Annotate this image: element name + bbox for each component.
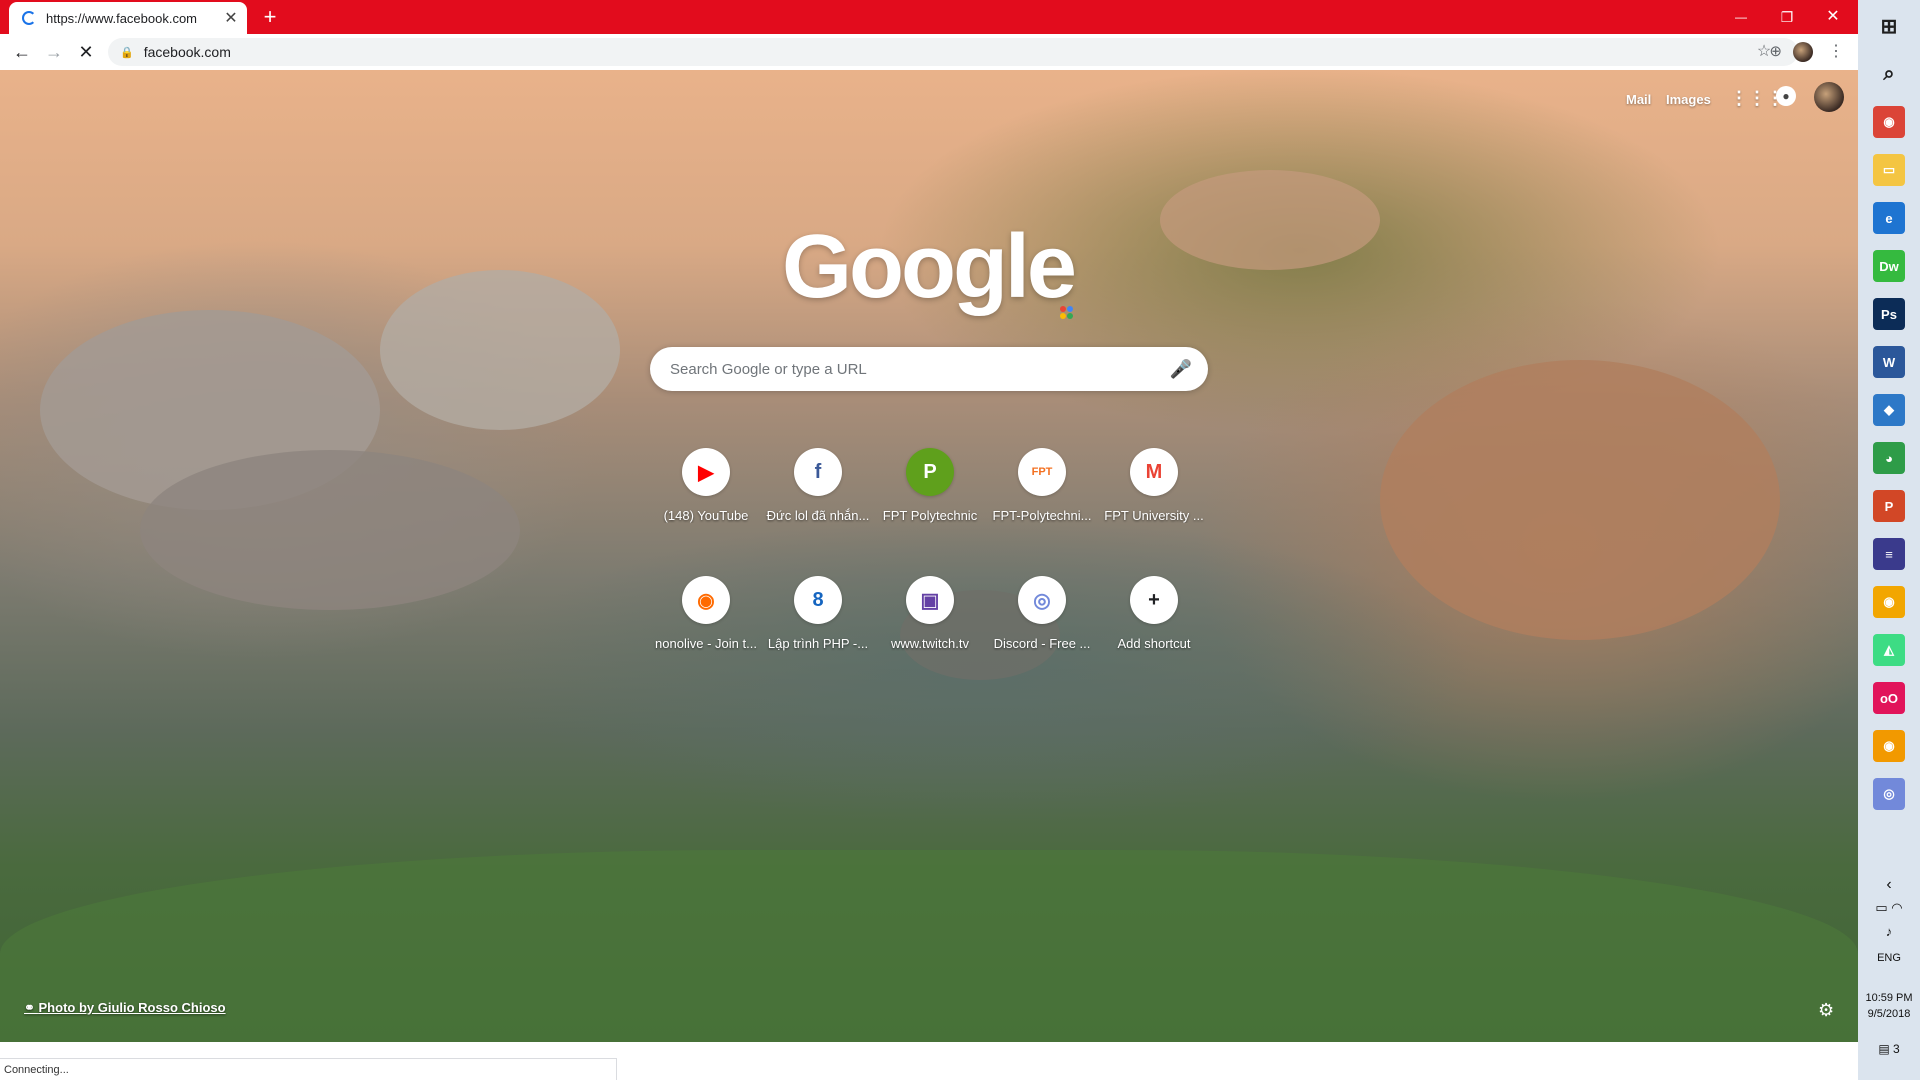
tray-expand-icon[interactable]: ‹ <box>1858 876 1920 894</box>
lock-icon[interactable]: 🔒 <box>120 46 134 59</box>
shortcut-tile[interactable]: ◎ Discord - Free ... <box>986 560 1098 672</box>
shortcut-favicon-icon: FPT <box>1018 448 1066 496</box>
stop-button[interactable]: ✕ <box>74 40 98 64</box>
notifications-bell-icon[interactable]: ● <box>1776 86 1796 106</box>
taskbar-dreamweaver-icon[interactable]: Dw <box>1873 250 1905 282</box>
mail-link[interactable]: Mail <box>1626 92 1651 107</box>
shortcut-label: www.twitch.tv <box>890 636 969 651</box>
search-input[interactable]: Search Google or type a URL <box>670 361 1166 378</box>
status-bubble: Connecting... <box>0 1058 617 1080</box>
search-box[interactable]: Search Google or type a URL 🎤 <box>650 347 1208 391</box>
clock-time[interactable]: 10:59 PM <box>1858 992 1920 1004</box>
taskbar-chrome-icon[interactable]: ◉ <box>1873 106 1905 138</box>
shortcut-label: FPT University ... <box>1104 508 1204 523</box>
taskbar-discord-icon[interactable]: ◎ <box>1873 778 1905 810</box>
shortcut-label: Add shortcut <box>1117 636 1191 651</box>
volume-icon[interactable]: ♪ <box>1858 924 1920 939</box>
browser-toolbar: ← → ✕ 🔒 facebook.com ⊕ ☆ ⋮ <box>0 34 1858 71</box>
shortcut-tile[interactable]: f Đức lol đã nhắn... <box>762 432 874 544</box>
images-link[interactable]: Images <box>1666 92 1711 107</box>
background-grass <box>0 850 1858 1042</box>
profile-avatar[interactable] <box>1793 42 1813 62</box>
bookmark-star-icon[interactable]: ☆ <box>1752 40 1776 64</box>
taskbar-chrome-2-icon[interactable]: ◉ <box>1873 730 1905 762</box>
taskbar-globe-app-icon[interactable]: ◕ <box>1873 442 1905 474</box>
microphone-icon[interactable]: 🎤 <box>1166 359 1196 380</box>
taskbar-cube-app-icon[interactable]: ◆ <box>1873 394 1905 426</box>
shortcut-tile[interactable]: FPT FPT-Polytechni... <box>986 432 1098 544</box>
add-icon: + <box>1130 576 1178 624</box>
customize-gear-icon[interactable]: ⚙ <box>1818 1000 1834 1021</box>
tab-facebook[interactable]: https://www.facebook.com ✕ <box>9 2 247 34</box>
photo-attribution-link[interactable]: ⚭ Photo by Giulio Rosso Chioso <box>24 1000 226 1016</box>
shortcut-label: FPT Polytechnic <box>882 508 978 523</box>
close-window-button[interactable]: ✕ <box>1810 2 1856 32</box>
attribution-text: Photo by Giulio Rosso Chioso <box>38 1000 226 1015</box>
account-avatar[interactable] <box>1814 82 1844 112</box>
action-center-icon[interactable]: ▤ 3 <box>1858 1042 1920 1056</box>
shortcut-label: nonolive - Join t... <box>655 636 757 651</box>
shortcut-favicon-icon: ▣ <box>906 576 954 624</box>
shortcut-label: Đức lol đã nhắn... <box>766 508 870 523</box>
tab-strip: https://www.facebook.com ✕ + — ❐ ✕ <box>0 0 1858 34</box>
taskbar-search-icon[interactable]: ⌕ <box>1873 58 1905 90</box>
taskbar-flag-app-icon[interactable]: ≡ <box>1873 538 1905 570</box>
taskbar-file-explorer-icon[interactable]: ▭ <box>1873 154 1905 186</box>
background-rock <box>1160 170 1380 270</box>
omnibox[interactable]: 🔒 facebook.com ⊕ <box>108 38 1798 66</box>
notification-count: 3 <box>1892 1042 1900 1056</box>
shortcut-favicon-icon: 8 <box>794 576 842 624</box>
shortcut-tile[interactable]: P FPT Polytechnic <box>874 432 986 544</box>
taskbar-powerpoint-icon[interactable]: P <box>1873 490 1905 522</box>
shortcut-label: FPT-Polytechni... <box>992 508 1092 523</box>
background-rock <box>1380 360 1780 640</box>
shortcut-favicon-icon: ◉ <box>682 576 730 624</box>
omnibox-url: facebook.com <box>143 44 231 60</box>
taskbar-photoshop-icon[interactable]: Ps <box>1873 298 1905 330</box>
taskbar-word-icon[interactable]: W <box>1873 346 1905 378</box>
taskbar-android-app-icon[interactable]: ◭ <box>1873 634 1905 666</box>
taskbar-red-app-icon[interactable]: oO <box>1873 682 1905 714</box>
tray-battery-wifi-icon[interactable]: ▭ ◠ <box>1858 900 1920 916</box>
shortcut-label: Discord - Free ... <box>993 636 1091 651</box>
shortcut-favicon-icon: M <box>1130 448 1178 496</box>
minimize-button[interactable]: — <box>1718 2 1764 32</box>
loading-spinner-icon <box>22 11 36 25</box>
chrome-window: https://www.facebook.com ✕ + — ❐ ✕ ← → ✕… <box>0 0 1858 1080</box>
shortcut-favicon-icon: f <box>794 448 842 496</box>
desktop: https://www.facebook.com ✕ + — ❐ ✕ ← → ✕… <box>0 0 1920 1080</box>
shortcut-tile[interactable]: M FPT University ... <box>1098 432 1210 544</box>
windows-taskbar: ⊞ ⌕ ◉ ▭ e Dw Ps W ◆ ◕ P ≡ ◉ ◭ oO ◉ ◎ ‹ ▭ ◠ ♪ ENG 10:59 P… <box>1858 0 1920 1080</box>
back-button[interactable]: ← <box>10 40 34 64</box>
menu-kebab-icon[interactable]: ⋮ <box>1824 40 1848 64</box>
language-indicator[interactable]: ENG <box>1858 952 1920 964</box>
link-icon: ⚭ <box>24 1000 39 1015</box>
forward-button[interactable]: → <box>42 40 66 64</box>
background-rock <box>140 450 520 610</box>
google-logo: Google <box>782 217 1077 317</box>
doodle-dots-icon <box>1060 306 1074 320</box>
taskbar-start-icon[interactable]: ⊞ <box>1873 10 1905 42</box>
shortcut-favicon-icon: ◎ <box>1018 576 1066 624</box>
new-tab-page: Mail Images ⋮⋮⋮ ● Google Search Google o… <box>0 70 1858 1042</box>
shortcut-favicon-icon: ▶ <box>682 448 730 496</box>
taskbar-chrome-canary-icon[interactable]: ◉ <box>1873 586 1905 618</box>
background-rock <box>380 270 620 430</box>
shortcut-label: Lập trình PHP -... <box>767 636 869 651</box>
taskbar-edge-icon[interactable]: e <box>1873 202 1905 234</box>
shortcut-label: (148) YouTube <box>663 508 749 523</box>
shortcut-tile[interactable]: ▣ www.twitch.tv <box>874 560 986 672</box>
clock-date[interactable]: 9/5/2018 <box>1858 1008 1920 1020</box>
shortcut-tile[interactable]: ◉ nonolive - Join t... <box>650 560 762 672</box>
tab-close-icon[interactable]: ✕ <box>221 8 241 28</box>
shortcut-favicon-icon: P <box>906 448 954 496</box>
tab-title: https://www.facebook.com <box>46 10 198 26</box>
shortcut-tile[interactable]: ▶ (148) YouTube <box>650 432 762 544</box>
new-tab-button[interactable]: + <box>258 5 282 29</box>
restore-button[interactable]: ❐ <box>1764 2 1810 32</box>
shortcut-tile[interactable]: 8 Lập trình PHP -... <box>762 560 874 672</box>
add-shortcut-tile[interactable]: + Add shortcut <box>1098 560 1210 672</box>
